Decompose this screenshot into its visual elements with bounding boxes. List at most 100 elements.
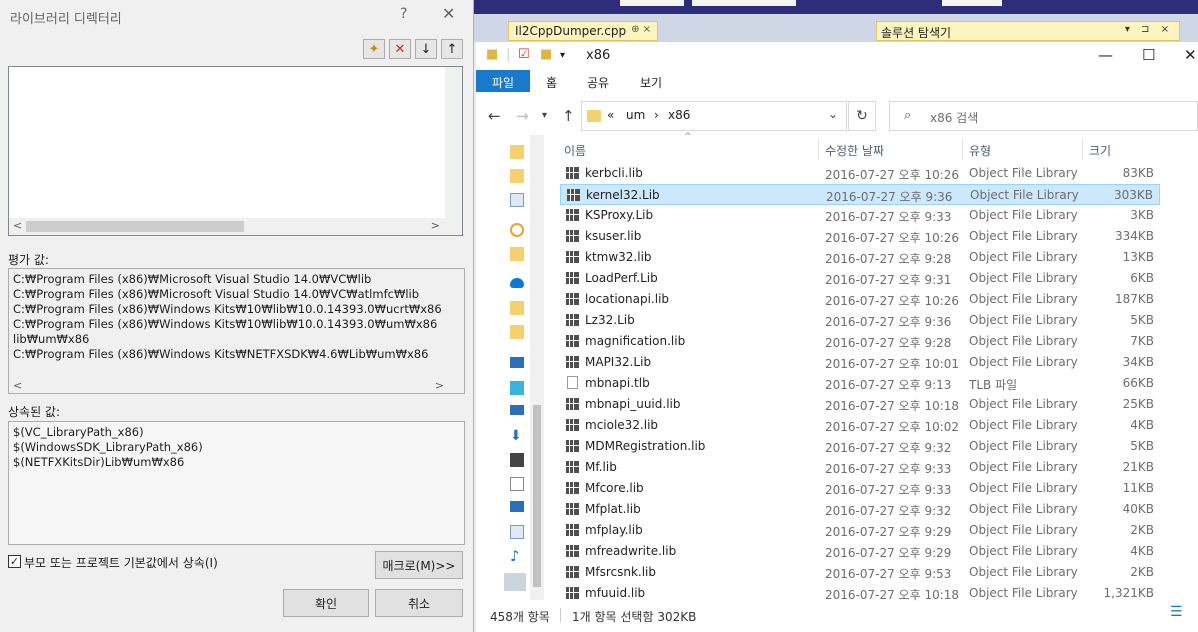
back-icon[interactable]: ← <box>488 107 501 125</box>
file-row[interactable]: mbnapi.tlb 2016-07-27 오후 9:13 TLB 파일 66KB <box>560 373 1160 394</box>
solution-explorer-controls[interactable]: ▾ ⊐ × <box>1125 24 1173 35</box>
address-bar[interactable]: « um › x86 ⌄ <box>581 101 847 131</box>
forward-icon[interactable]: → <box>516 107 529 125</box>
column-size[interactable]: 크기 <box>1089 142 1111 159</box>
videos-icon[interactable] <box>510 453 524 467</box>
file-row[interactable]: kernel32.Lib 2016-07-27 오후 9:36 Object Fil… <box>560 184 1160 205</box>
file-row[interactable]: Lz32.Lib 2016-07-27 오후 9:36 Object File Li… <box>560 310 1160 331</box>
breadcrumb-overflow[interactable]: « <box>607 108 614 122</box>
breadcrumb-um[interactable]: um <box>626 108 645 122</box>
breadcrumb-x86[interactable]: x86 <box>668 108 690 122</box>
folder-icon[interactable] <box>510 325 524 339</box>
search-box[interactable]: ⌕ x86 검색 <box>889 101 1198 131</box>
help-button[interactable]: ? <box>400 6 407 22</box>
file-row[interactable]: Mfcore.lib 2016-07-27 오후 9:33 Object File … <box>560 478 1160 499</box>
ok-button[interactable]: 확인 <box>283 589 369 617</box>
documents-icon[interactable] <box>510 477 524 491</box>
3d-objects-icon[interactable] <box>510 381 524 395</box>
list-vertical-scrollbar[interactable] <box>445 67 462 219</box>
file-row[interactable]: MDMRegistration.lib 2016-07-27 오후 9:32 Obj… <box>560 436 1160 457</box>
desktop-icon[interactable] <box>510 405 524 415</box>
minimize-icon[interactable]: — <box>1098 46 1113 64</box>
tab-home[interactable]: 홈 <box>546 74 557 91</box>
customize-toolbar-icon[interactable]: ▾ <box>560 50 565 61</box>
maximize-icon[interactable]: ☐ <box>1142 46 1155 64</box>
delete-button[interactable]: ✕ <box>389 39 411 59</box>
column-divider[interactable] <box>1082 138 1083 160</box>
directory-list[interactable]: < > <box>8 66 463 236</box>
file-row[interactable]: mfplay.lib 2016-07-27 오후 9:29 Object File … <box>560 520 1160 541</box>
file-row[interactable]: magnification.lib 2016-07-27 오후 9:28 Objec… <box>560 331 1160 352</box>
inherit-checkbox[interactable]: ✓ <box>8 555 21 568</box>
breadcrumb-separator[interactable]: › <box>654 108 659 122</box>
up-icon[interactable]: ↑ <box>562 107 575 125</box>
creative-cloud-icon[interactable] <box>510 223 524 237</box>
chevron-down-icon[interactable]: ⌄ <box>828 107 838 121</box>
cancel-button[interactable]: 취소 <box>375 589 463 617</box>
folder-icon[interactable] <box>510 247 524 261</box>
pictures-icon[interactable] <box>510 525 524 539</box>
file-row[interactable]: mfuuid.lib 2016-07-27 오후 10:18 Object File… <box>560 583 1160 604</box>
tab-pin-icon[interactable]: ⊕ × <box>631 24 651 35</box>
scroll-thumb[interactable] <box>533 405 541 587</box>
file-row[interactable]: mciole32.lib 2016-07-27 오후 10:02 Object Fi… <box>560 415 1160 436</box>
file-row[interactable]: mbnapi_uuid.lib 2016-07-27 오후 10:18 Object… <box>560 394 1160 415</box>
properties-icon[interactable]: ☑ <box>518 47 530 62</box>
column-type[interactable]: 유형 <box>969 142 991 159</box>
close-button[interactable]: ✕ <box>442 4 455 23</box>
file-row[interactable]: mfreadwrite.lib 2016-07-27 오후 9:29 Object … <box>560 541 1160 562</box>
scroll-left-icon[interactable]: < <box>13 219 22 232</box>
scroll-right-icon[interactable]: > <box>431 219 440 232</box>
downloads-icon[interactable]: ⬇ <box>510 429 524 443</box>
evaluated-value-box[interactable]: C:₩Program Files (x86)₩Microsoft Visual … <box>8 268 465 394</box>
column-divider[interactable] <box>962 138 963 160</box>
local-disk-icon[interactable] <box>504 573 526 591</box>
file-row[interactable]: ksuser.lib 2016-07-27 오후 10:26 Object File… <box>560 226 1160 247</box>
navigation-scrollbar[interactable] <box>530 135 544 600</box>
folder-icon[interactable] <box>510 301 524 315</box>
file-row[interactable]: kerbcli.lib 2016-07-27 오후 10:26 Object Fil… <box>560 163 1160 184</box>
folder-icon[interactable] <box>510 145 524 159</box>
vs-document-tab[interactable]: Il2CppDumper.cpp ⊕ × <box>508 21 658 41</box>
picture-icon[interactable] <box>510 193 524 207</box>
file-row[interactable]: Mfsrcsnk.lib 2016-07-27 오후 9:53 Object Fil… <box>560 562 1160 583</box>
inherit-checkbox-label[interactable]: 부모 또는 프로젝트 기본값에서 상속(I) <box>24 554 218 571</box>
macro-button[interactable]: 매크로(M)>> <box>375 551 463 579</box>
file-row[interactable]: locationapi.lib 2016-07-27 오후 10:26 Object… <box>560 289 1160 310</box>
recent-locations-icon[interactable]: ▾ <box>542 110 547 121</box>
file-row[interactable]: KSProxy.Lib 2016-07-27 오후 9:33 Object File… <box>560 205 1160 226</box>
library-file-icon <box>566 251 579 263</box>
move-up-button[interactable]: ↑ <box>441 39 463 59</box>
scroll-left-icon[interactable]: < <box>13 378 22 393</box>
solution-explorer-header[interactable]: 솔루션 탐색기 ▾ ⊐ × <box>876 21 1180 41</box>
close-icon[interactable]: ✕ <box>1184 46 1197 64</box>
music-icon[interactable]: ♪ <box>510 549 524 564</box>
column-name[interactable]: 이름 <box>564 142 586 159</box>
onedrive-icon[interactable] <box>510 278 524 288</box>
file-list-scrollbar[interactable] <box>1180 138 1198 600</box>
new-line-button[interactable]: ✦ <box>363 39 385 59</box>
file-row[interactable]: Mf.lib 2016-07-27 오후 9:33 Object File Libr… <box>560 457 1160 478</box>
move-down-button[interactable]: ↓ <box>415 39 437 59</box>
new-folder-icon[interactable]: ■ <box>540 47 552 62</box>
column-divider[interactable] <box>818 138 819 160</box>
inherited-value-box[interactable]: $(VC_LibraryPath_x86) $(WindowsSDK_Libra… <box>8 421 465 545</box>
details-view-icon[interactable]: ☰ <box>1170 604 1183 620</box>
tab-share[interactable]: 공유 <box>587 74 609 91</box>
evaluated-horizontal-scrollbar[interactable]: < > <box>9 377 464 393</box>
folder-icon[interactable] <box>510 169 524 183</box>
file-row[interactable]: MAPI32.Lib 2016-07-27 오후 10:01 Object File… <box>560 352 1160 373</box>
tab-file[interactable]: 파일 <box>476 70 530 92</box>
file-row[interactable]: Mfplat.lib 2016-07-27 오후 9:32 Object File … <box>560 499 1160 520</box>
column-date[interactable]: 수정한 날짜 <box>825 142 884 159</box>
this-pc-icon[interactable] <box>510 357 524 368</box>
desktop-icon[interactable] <box>510 501 524 512</box>
list-horizontal-scrollbar[interactable]: < > <box>9 218 462 235</box>
file-row[interactable]: ktmw32.lib 2016-07-27 오후 9:28 Object File … <box>560 247 1160 268</box>
scroll-right-icon[interactable]: > <box>435 378 444 393</box>
scroll-thumb[interactable] <box>26 221 244 232</box>
file-date: 2016-07-27 오후 9:36 <box>826 190 953 204</box>
file-row[interactable]: LoadPerf.Lib 2016-07-27 오후 9:31 Object Fil… <box>560 268 1160 289</box>
tab-view[interactable]: 보기 <box>640 74 662 91</box>
refresh-button[interactable]: ↻ <box>848 101 876 131</box>
